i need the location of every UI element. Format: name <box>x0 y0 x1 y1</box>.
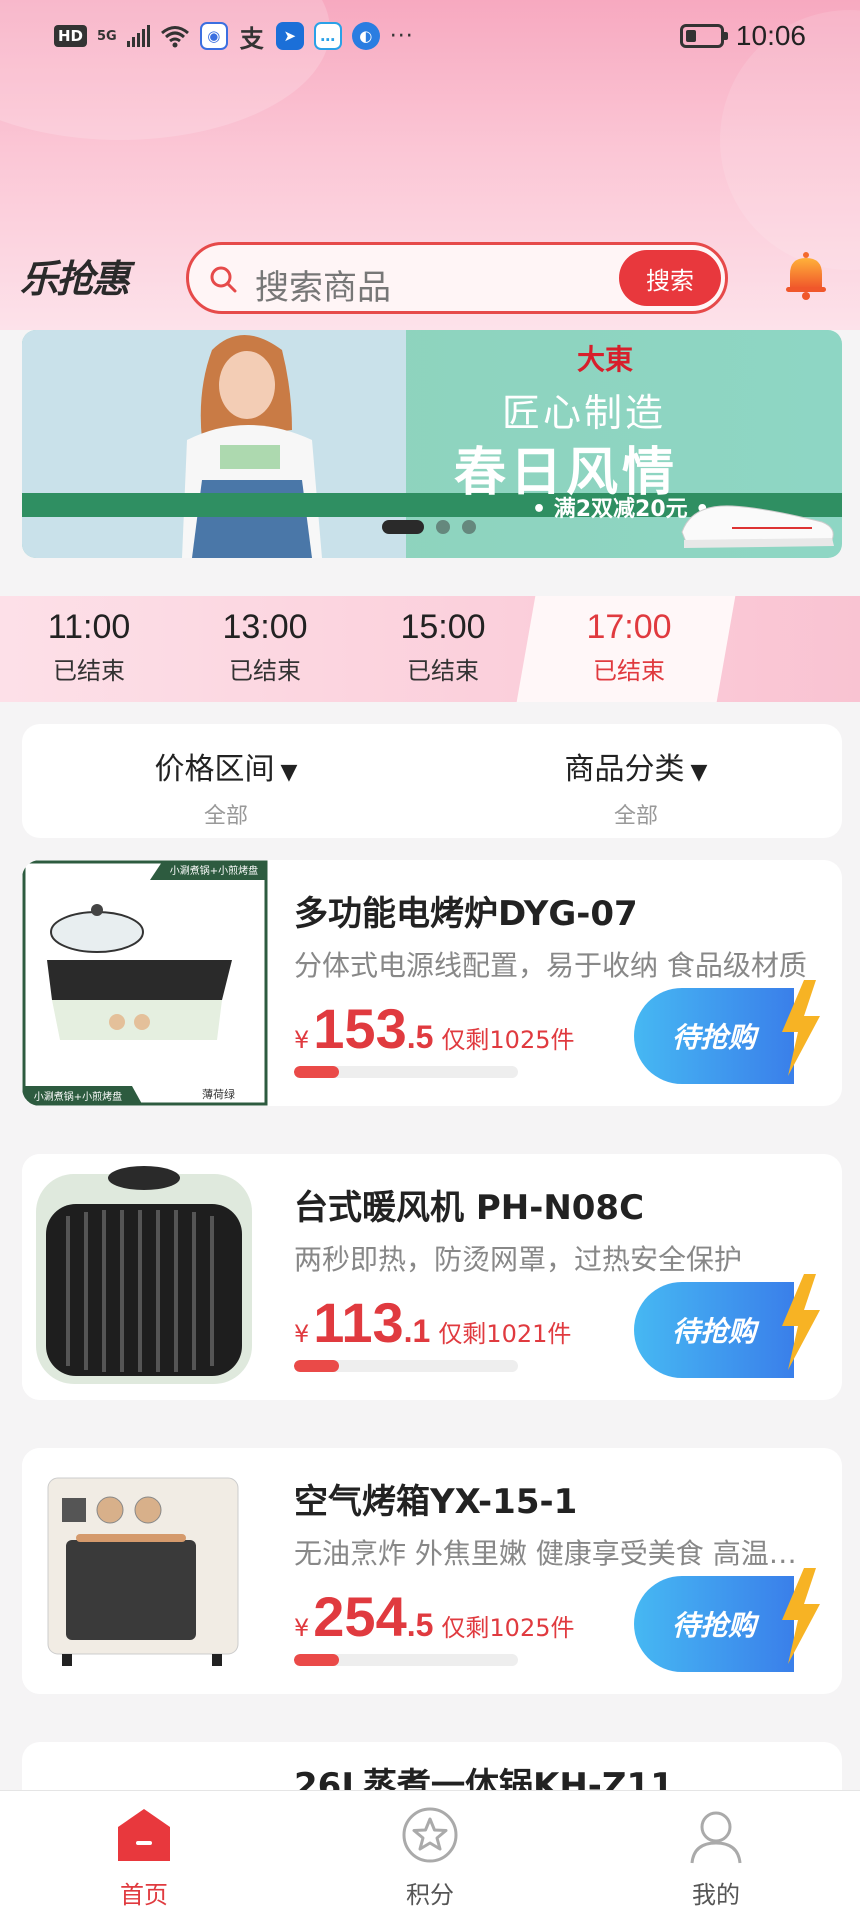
category-filter[interactable]: 商品分类 ▼ 全部 <box>486 744 786 830</box>
filter-label: 价格区间 <box>154 752 275 787</box>
tab-profile[interactable]: 我的 <box>656 1805 776 1910</box>
chat-app-icon: … <box>313 22 342 50</box>
feishu-app-icon: ➤ <box>275 22 304 50</box>
pending-buy-button[interactable]: 待抢购 <box>634 988 794 1084</box>
time-slot-active[interactable]: 17:00 已结束 <box>554 608 704 686</box>
signal-icon <box>126 25 150 47</box>
product-image-heater <box>22 1154 268 1400</box>
product-title: 26L蒸煮一体锅KH-Z11 <box>294 1766 674 1790</box>
pending-buy-button[interactable]: 待抢购 <box>634 1282 794 1378</box>
stock-remaining: 仅剩1025件 <box>441 1614 575 1642</box>
pending-buy-button[interactable]: 待抢购 <box>634 1576 794 1672</box>
tab-label: 积分 <box>406 1881 454 1909</box>
product-card[interactable]: 台式暖风机 PH-N08C 两秒即热，防烫网罩，过热安全保护 ¥113.1 仅剩1… <box>22 1154 842 1400</box>
time-slot[interactable]: 15:00 已结束 <box>368 608 518 686</box>
filter-value: 全部 <box>203 804 248 829</box>
dropdown-arrow-icon: ▼ <box>280 760 298 785</box>
product-description: 无油烹炸 外焦里嫩 健康享受美食 高温烘烤 <box>294 1537 814 1570</box>
alipay-app-icon: 支 <box>239 24 264 53</box>
bottom-tab-bar: 首页 积分 我的 <box>0 1790 860 1911</box>
baidu-app-icon: ◉ <box>199 22 228 50</box>
slot-time: 11:00 <box>47 608 131 646</box>
stock-remaining: 仅剩1025件 <box>441 1026 575 1054</box>
pagination-dot[interactable] <box>436 520 450 534</box>
product-title: 多功能电烤炉DYG-07 <box>294 894 638 934</box>
pagination-dot-active[interactable] <box>382 520 424 534</box>
tab-label: 首页 <box>120 1881 168 1909</box>
product-price: ¥153.5 仅剩1025件 <box>294 997 575 1060</box>
tab-home[interactable]: 首页 <box>84 1805 204 1910</box>
banner-brand: 大東 <box>577 343 634 376</box>
filter-value: 全部 <box>613 804 658 829</box>
slot-status: 已结束 <box>229 657 301 685</box>
stock-progress-bar <box>294 1066 518 1078</box>
shoe-image <box>681 505 834 548</box>
home-icon <box>118 1809 170 1861</box>
tab-points[interactable]: 积分 <box>370 1805 490 1910</box>
status-bar: HD 5G ◉ 支 ➤ … ◐ ··· 10:06 <box>0 0 860 74</box>
banner-subtitle: 匠心制造 <box>502 391 667 435</box>
product-title: 空气烤箱YX-15-1 <box>294 1482 578 1522</box>
thumb-tag: 小涮煮锅+小煎烤盘 <box>33 1092 123 1103</box>
battery-icon <box>679 24 728 48</box>
time-slot[interactable]: 13:00 已结束 <box>190 608 340 686</box>
product-card[interactable]: 小涮煮锅+小煎烤盘 小涮煮锅+小煎烤盘 薄荷绿 多功能电烤炉DYG-07 分体式… <box>22 860 842 1106</box>
product-description: 分体式电源线配置，易于收纳 食品级材质 <box>294 949 807 982</box>
lightning-icon <box>782 1568 820 1664</box>
stock-progress-bar <box>294 1654 518 1666</box>
slot-time: 13:00 <box>222 608 308 646</box>
dropdown-arrow-icon: ▼ <box>690 760 708 785</box>
search-icon <box>210 266 237 293</box>
slot-status: 已结束 <box>53 657 125 685</box>
thumb-tag: 薄荷绿 <box>202 1088 235 1101</box>
slot-time: 17:00 <box>586 608 672 646</box>
product-description: 两秒即热，防烫网罩，过热安全保护 <box>294 1243 743 1276</box>
thumb-tag: 小涮煮锅+小煎烤盘 <box>169 866 259 877</box>
model-photo <box>182 335 322 558</box>
time-slot[interactable]: 11:00 已结束 <box>14 608 164 686</box>
wifi-icon <box>160 26 189 48</box>
product-price: ¥254.5 仅剩1025件 <box>294 1585 575 1648</box>
notification-bell-icon[interactable] <box>780 250 832 302</box>
slot-status: 已结束 <box>593 657 665 685</box>
browser-app-icon: ◐ <box>351 22 380 50</box>
more-notifications: ··· <box>389 23 414 49</box>
hd-badge: HD <box>54 25 88 47</box>
lightning-icon <box>782 980 820 1076</box>
filter-bar: 价格区间 ▼ 全部 商品分类 ▼ 全部 <box>22 724 842 838</box>
product-card[interactable]: 空气烤箱YX-15-1 无油烹炸 外焦里嫩 健康享受美食 高温烘烤 ¥254.5… <box>22 1448 842 1694</box>
points-star-icon <box>402 1807 458 1863</box>
flash-sale-time-slots: 11:00 已结束 13:00 已结束 15:00 已结束 17:00 已结束 <box>0 596 860 702</box>
product-image-air-oven <box>22 1448 268 1694</box>
banner-pagination <box>382 520 476 534</box>
pagination-dot[interactable] <box>462 520 476 534</box>
search-bar[interactable]: 搜索商品 搜索 <box>186 242 728 314</box>
product-price: ¥113.1 仅剩1021件 <box>294 1291 572 1354</box>
stock-progress-bar <box>294 1360 518 1372</box>
product-image-grill <box>22 860 268 1106</box>
tab-label: 我的 <box>692 1881 740 1909</box>
price-range-filter[interactable]: 价格区间 ▼ 全部 <box>76 744 376 830</box>
slot-time: 15:00 <box>400 608 486 646</box>
clock: 10:06 <box>735 20 806 51</box>
filter-label: 商品分类 <box>564 752 685 787</box>
lightning-icon <box>782 1274 820 1370</box>
product-card[interactable]: 26L蒸煮一体锅KH-Z11 <box>22 1742 842 1790</box>
network-type: 5G <box>97 28 117 44</box>
search-button[interactable]: 搜索 <box>619 250 721 306</box>
product-title: 台式暖风机 PH-N08C <box>294 1188 645 1228</box>
app-logo: 乐抢惠 <box>20 257 130 301</box>
slot-status: 已结束 <box>407 657 479 685</box>
search-input[interactable]: 搜索商品 <box>255 260 391 309</box>
profile-icon <box>690 1811 742 1864</box>
stock-remaining: 仅剩1021件 <box>438 1320 572 1348</box>
